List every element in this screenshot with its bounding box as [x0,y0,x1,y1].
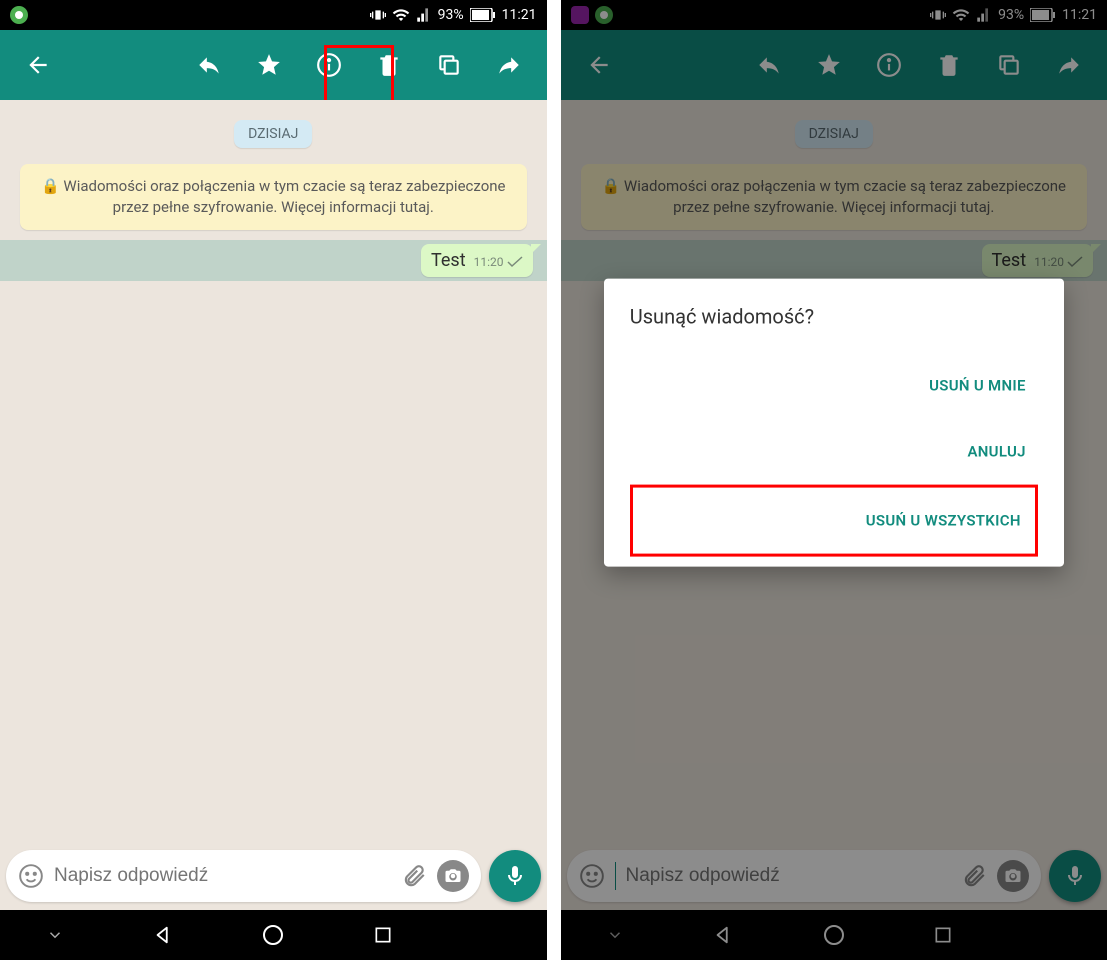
camera-icon[interactable] [437,860,469,892]
star-button[interactable] [245,41,293,89]
battery-icon [470,8,496,22]
selected-message-row[interactable]: Test 11:20 [0,240,547,281]
encryption-banner[interactable]: 🔒 Wiadomości oraz połączenia w tym czaci… [20,164,527,230]
delete-for-everyone-button[interactable]: USUŃ U WSZYSTKICH [854,493,1033,547]
input-bar [0,842,547,910]
attach-icon[interactable] [401,863,427,889]
battery-text: 93% [438,7,464,23]
message-input[interactable] [54,865,391,887]
message-text: Test [431,250,466,271]
check-icon [507,256,523,268]
nav-home-icon[interactable] [259,921,287,949]
copy-button[interactable] [425,41,473,89]
nav-back-icon[interactable] [150,921,178,949]
date-chip: DZISIAJ [234,120,312,148]
clock-text: 11:21 [502,7,537,23]
back-button[interactable] [14,41,62,89]
chat-body[interactable]: DZISIAJ 🔒 Wiadomości oraz połączenia w t… [0,100,547,842]
nav-bar [0,910,547,960]
vibrate-icon [370,7,386,23]
forward-button[interactable] [485,41,533,89]
message-bubble[interactable]: Test 11:20 [421,244,532,277]
highlight-delete-all: USUŃ U WSZYSTKICH [630,484,1038,556]
action-bar [0,30,547,100]
nav-expand-icon[interactable] [41,921,69,949]
spotify-icon [10,6,28,24]
phone-left: 93% 11:21 DZISIAJ 🔒 Wiadomości oraz połą… [0,0,547,960]
message-time: 11:20 [474,255,504,269]
nav-spacer [478,921,506,949]
message-input-container[interactable] [6,850,481,902]
status-bar: 93% 11:21 [0,0,547,30]
phone-right: 93% 11:21 DZISIAJ 🔒 Wiadomości oraz połą… [561,0,1107,960]
cancel-button[interactable]: ANULUJ [955,424,1037,478]
delete-dialog: Usunąć wiadomość? USUŃ U MNIE ANULUJ USU… [604,278,1064,566]
wifi-icon [392,6,410,24]
emoji-icon[interactable] [18,863,44,889]
signal-icon [416,7,432,23]
voice-button[interactable] [489,850,541,902]
reply-button[interactable] [185,41,233,89]
nav-recent-icon[interactable] [369,921,397,949]
dialog-title: Usunąć wiadomość? [630,304,1038,328]
delete-for-me-button[interactable]: USUŃ U MNIE [917,358,1038,412]
